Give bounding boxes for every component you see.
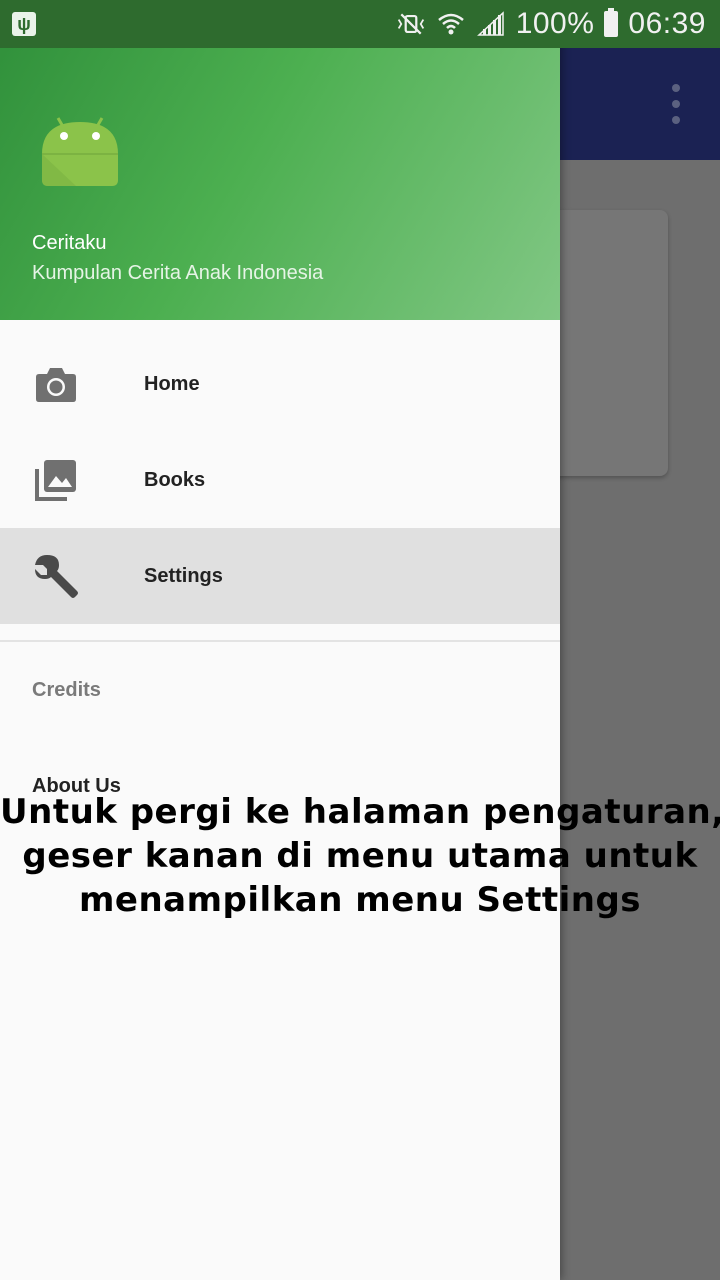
drawer-item-home[interactable]: Home xyxy=(0,336,560,432)
drawer-header: Ceritaku Kumpulan Cerita Anak Indonesia xyxy=(0,0,560,320)
drawer-section-header-credits: Credits xyxy=(32,679,101,701)
usb-icon: ψ xyxy=(12,12,36,36)
caption-line-2: geser kanan di menu utama untuk xyxy=(22,836,698,876)
vibrate-mute-icon xyxy=(396,11,426,37)
clock: 06:39 xyxy=(628,7,706,40)
tutorial-caption: Untuk pergi ke halaman pengaturan, geser… xyxy=(0,790,720,922)
android-logo-icon xyxy=(42,117,118,186)
status-bar: ψ 100% 06:39 xyxy=(0,0,720,48)
wrench-icon xyxy=(32,555,80,598)
drawer-item-settings-label: Settings xyxy=(144,564,223,587)
wifi-icon xyxy=(436,11,466,37)
overflow-menu-icon[interactable] xyxy=(660,84,692,124)
navigation-drawer[interactable]: Ceritaku Kumpulan Cerita Anak Indonesia … xyxy=(0,0,560,1280)
drawer-divider xyxy=(0,640,560,642)
photo-library-icon xyxy=(32,460,80,501)
status-icons: 100% 06:39 xyxy=(396,0,706,48)
drawer-app-subtitle: Kumpulan Cerita Anak Indonesia xyxy=(32,262,324,284)
drawer-item-home-label: Home xyxy=(144,372,200,395)
drawer-item-books[interactable]: Books xyxy=(0,432,560,528)
caption-line-3: menampilkan menu Settings xyxy=(78,880,642,920)
battery-percent: 100% xyxy=(515,7,595,40)
battery-icon xyxy=(604,8,619,37)
caption-line-1: Untuk pergi ke halaman pengaturan, xyxy=(0,792,720,832)
drawer-item-settings[interactable]: Settings xyxy=(0,528,560,624)
camera-icon xyxy=(32,364,80,404)
signal-icon xyxy=(476,11,506,37)
drawer-app-name: Ceritaku xyxy=(32,232,107,254)
drawer-item-books-label: Books xyxy=(144,468,206,491)
